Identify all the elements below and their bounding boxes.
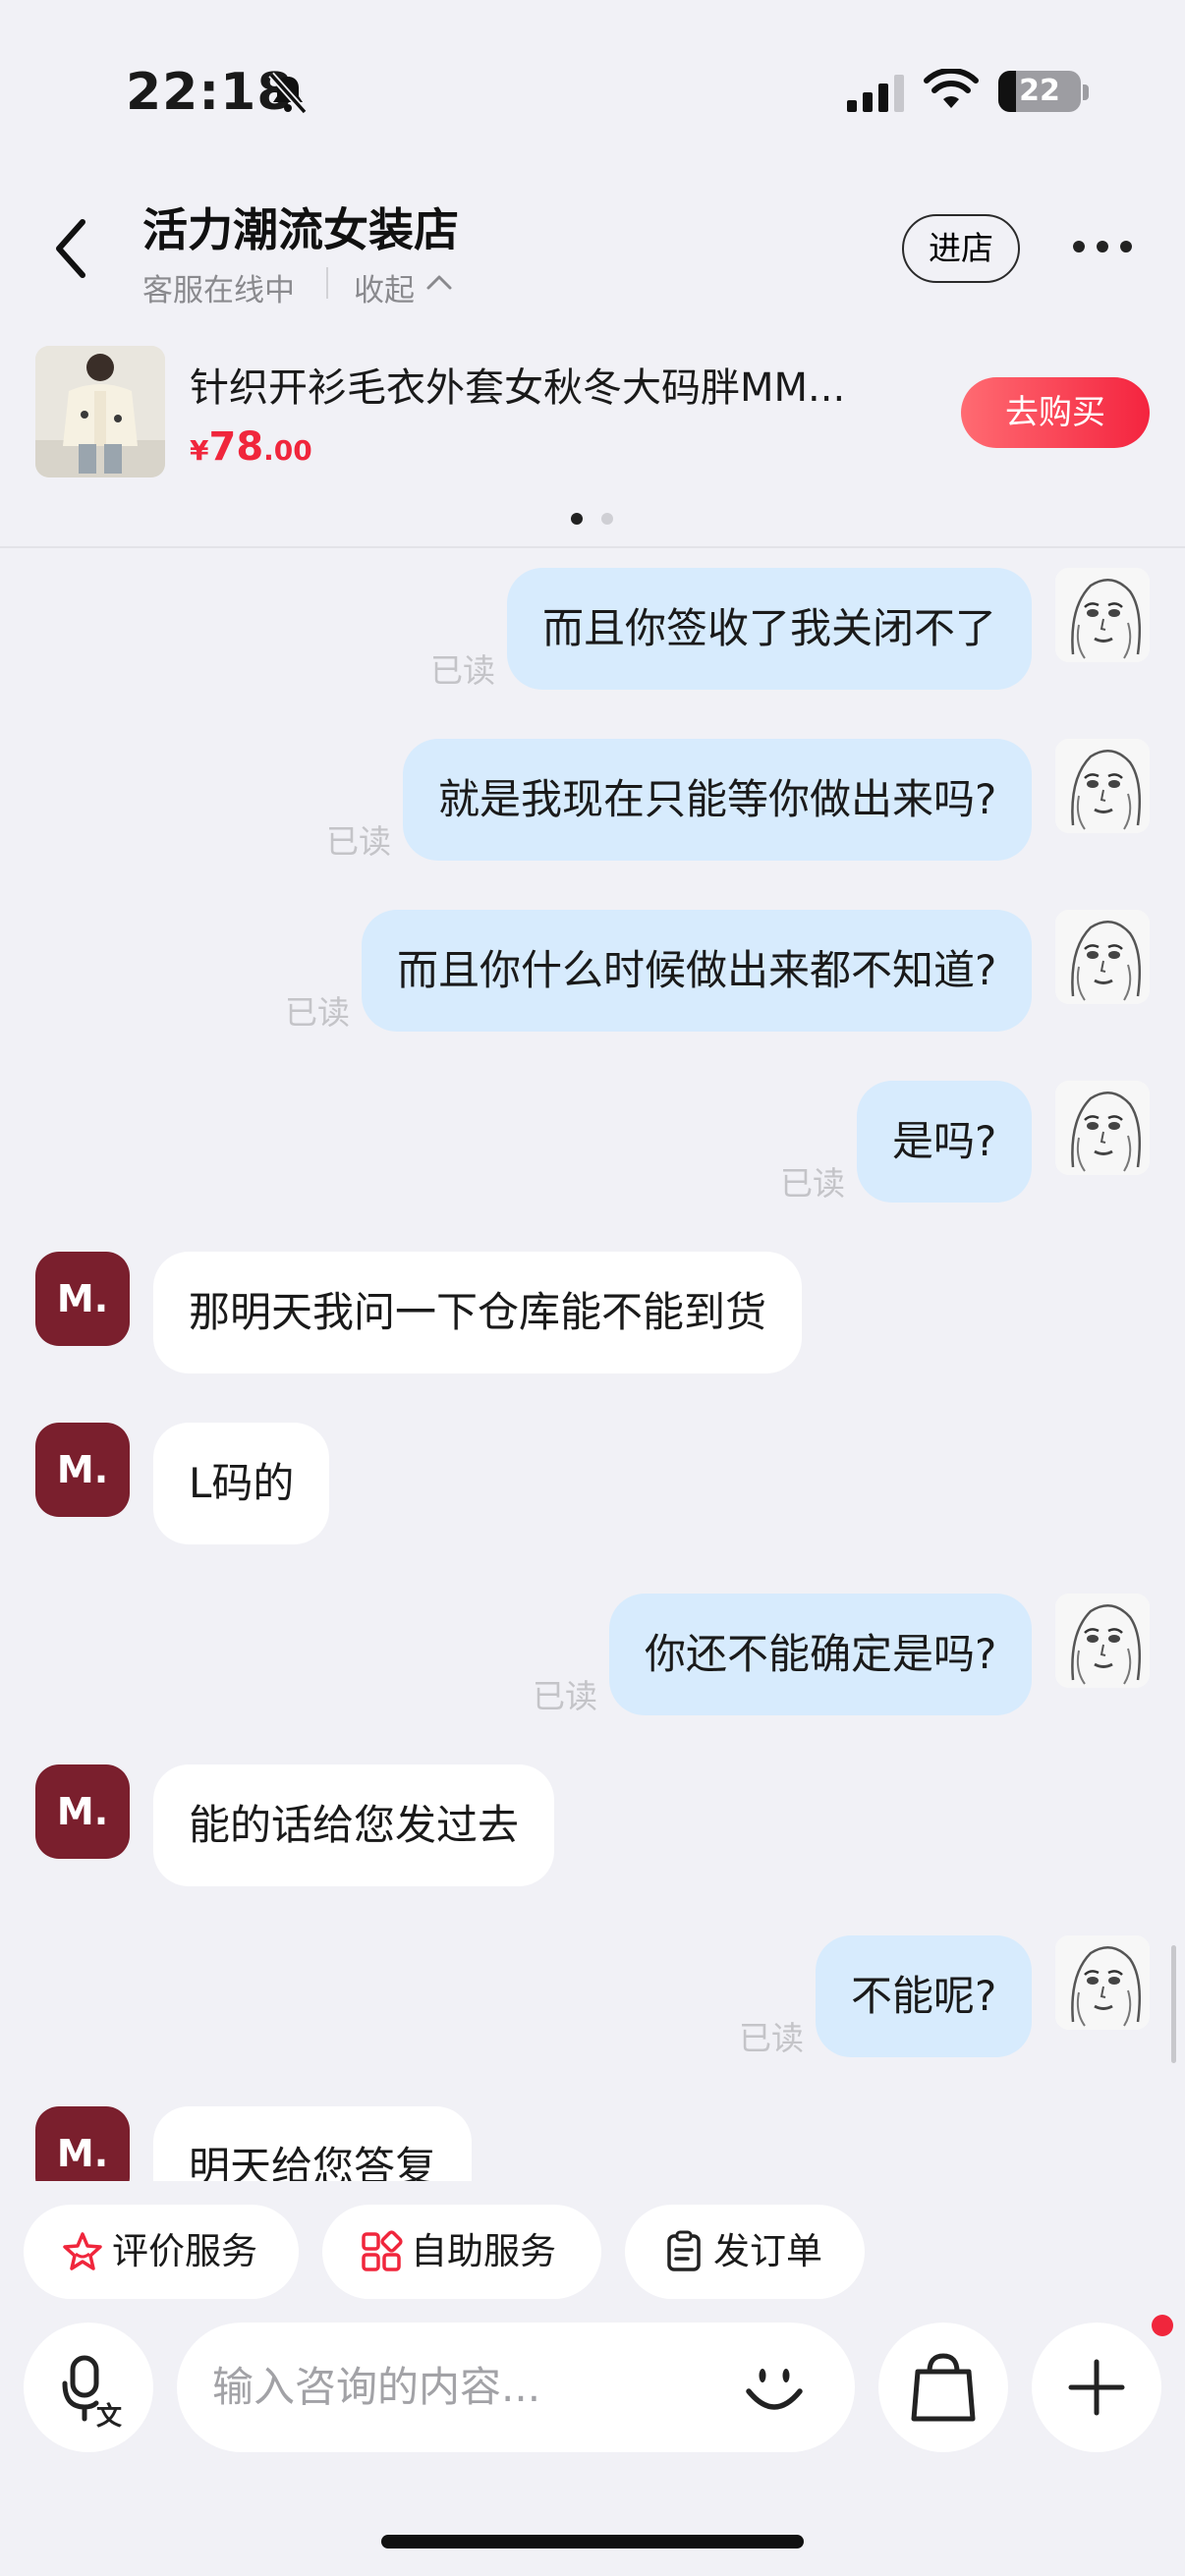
incoming-message: 明天给您答复 M. — [0, 2106, 1185, 2181]
self-service-button[interactable]: 自助服务 — [322, 2205, 601, 2299]
user-avatar[interactable] — [1055, 1594, 1150, 1688]
battery-icon: 22 — [998, 71, 1081, 112]
battery-level: 22 — [1019, 74, 1060, 108]
message-bubble[interactable]: L码的 — [153, 1423, 330, 1544]
voice-input-button[interactable]: 文 — [24, 2323, 153, 2452]
status-bar: 22:18 22 — [0, 0, 1185, 147]
battery-cap — [1083, 84, 1089, 100]
svg-text:文: 文 — [96, 2401, 123, 2432]
outgoing-message: 而且你签收了我关闭不了 已读 — [0, 568, 1185, 739]
user-avatar[interactable] — [1055, 568, 1150, 662]
send-order-button[interactable]: 发订单 — [625, 2205, 865, 2299]
read-receipt: 已读 — [430, 651, 495, 690]
chevron-up-icon[interactable] — [424, 271, 454, 293]
outgoing-message: 是吗? 已读 — [0, 1081, 1185, 1252]
read-receipt: 已读 — [326, 822, 391, 861]
price-currency: ¥ — [190, 434, 209, 467]
message-bubble[interactable]: 能的话给您发过去 — [153, 1764, 555, 1886]
shop-avatar[interactable]: M. — [35, 1252, 130, 1346]
wifi-icon — [924, 69, 979, 108]
incoming-message: 能的话给您发过去 M. — [0, 1764, 1185, 1935]
chat-scrollbar[interactable] — [1171, 1945, 1176, 2063]
message-bubble[interactable]: 而且你签收了我关闭不了 — [507, 568, 1033, 690]
message-bubble[interactable]: 那明天我问一下仓库能不能到货 — [153, 1252, 803, 1373]
emoji-icon[interactable] — [739, 2352, 810, 2423]
product-thumbnail[interactable] — [35, 346, 165, 477]
read-receipt: 已读 — [739, 2019, 804, 2057]
quick-action-label: 自助服务 — [411, 2230, 556, 2272]
product-title[interactable]: 针织开衫毛衣外套女秋冬大码胖MM... — [190, 356, 877, 413]
carousel-dot-active — [571, 513, 583, 525]
product-price: ¥78.00 — [190, 424, 312, 470]
shop-avatar[interactable]: M. — [35, 1423, 130, 1517]
read-receipt: 已读 — [533, 1677, 597, 1715]
more-options-icon[interactable] — [1071, 232, 1134, 261]
shop-title: 活力潮流女装店 — [142, 203, 459, 256]
mute-bell-icon — [268, 72, 308, 115]
chat-message-list[interactable]: 而且你签收了我关闭不了 已读 就是我现在只能等你做出来吗? 已读 而且你什么时候做出来都… — [0, 548, 1185, 2181]
buy-button[interactable]: 去购买 — [961, 377, 1150, 448]
user-avatar[interactable] — [1055, 1081, 1150, 1175]
user-avatar[interactable] — [1055, 739, 1150, 833]
home-indicator[interactable] — [381, 2535, 804, 2548]
shop-avatar[interactable]: M. — [35, 2106, 130, 2181]
grid-icon — [362, 2230, 403, 2271]
notification-dot — [1152, 2315, 1173, 2336]
microphone-translate-icon: 文 — [62, 2355, 123, 2432]
shop-avatar[interactable]: M. — [35, 1764, 130, 1859]
outgoing-message: 就是我现在只能等你做出来吗? 已读 — [0, 739, 1185, 910]
clipboard-icon — [667, 2230, 701, 2271]
enter-shop-button[interactable]: 进店 — [902, 214, 1020, 283]
back-arrow-icon[interactable] — [47, 214, 96, 283]
message-bubble[interactable]: 你还不能确定是吗? — [609, 1594, 1033, 1715]
shopping-bag-icon — [911, 2353, 976, 2422]
user-avatar[interactable] — [1055, 1935, 1150, 2030]
message-bubble[interactable]: 不能呢? — [816, 1935, 1033, 2057]
collapse-button[interactable]: 收起 — [354, 265, 415, 309]
read-receipt: 已读 — [285, 993, 350, 1032]
price-decimal: .00 — [263, 434, 312, 467]
message-bubble[interactable]: 就是我现在只能等你做出来吗? — [403, 739, 1033, 861]
shopping-bag-button[interactable] — [878, 2323, 1008, 2452]
outgoing-message: 你还不能确定是吗? 已读 — [0, 1594, 1185, 1764]
quick-action-label: 发订单 — [713, 2230, 822, 2272]
incoming-message: L码的 M. — [0, 1423, 1185, 1594]
header-divider — [326, 267, 328, 299]
outgoing-message: 不能呢? 已读 — [0, 1935, 1185, 2106]
message-bubble[interactable]: 而且你什么时候做出来都不知道? — [362, 910, 1033, 1032]
user-avatar[interactable] — [1055, 910, 1150, 1004]
message-bubble[interactable]: 是吗? — [857, 1081, 1033, 1203]
incoming-message: 那明天我问一下仓库能不能到货 M. — [0, 1252, 1185, 1423]
quick-action-label: 评价服务 — [112, 2230, 257, 2272]
message-bubble[interactable]: 明天给您答复 — [153, 2106, 473, 2181]
message-input-placeholder[interactable]: 输入咨询的内容... — [212, 2323, 540, 2452]
service-status: 客服在线中 — [142, 273, 295, 308]
more-functions-button[interactable] — [1032, 2323, 1161, 2452]
cellular-signal-icon — [847, 75, 904, 112]
price-integer: 78 — [208, 424, 264, 470]
plus-icon — [1068, 2359, 1125, 2416]
read-receipt: 已读 — [780, 1164, 845, 1203]
carousel-dot[interactable] — [601, 513, 613, 525]
rate-service-button[interactable]: 评价服务 — [24, 2205, 299, 2299]
star-icon — [63, 2232, 102, 2270]
outgoing-message: 而且你什么时候做出来都不知道? 已读 — [0, 910, 1185, 1081]
